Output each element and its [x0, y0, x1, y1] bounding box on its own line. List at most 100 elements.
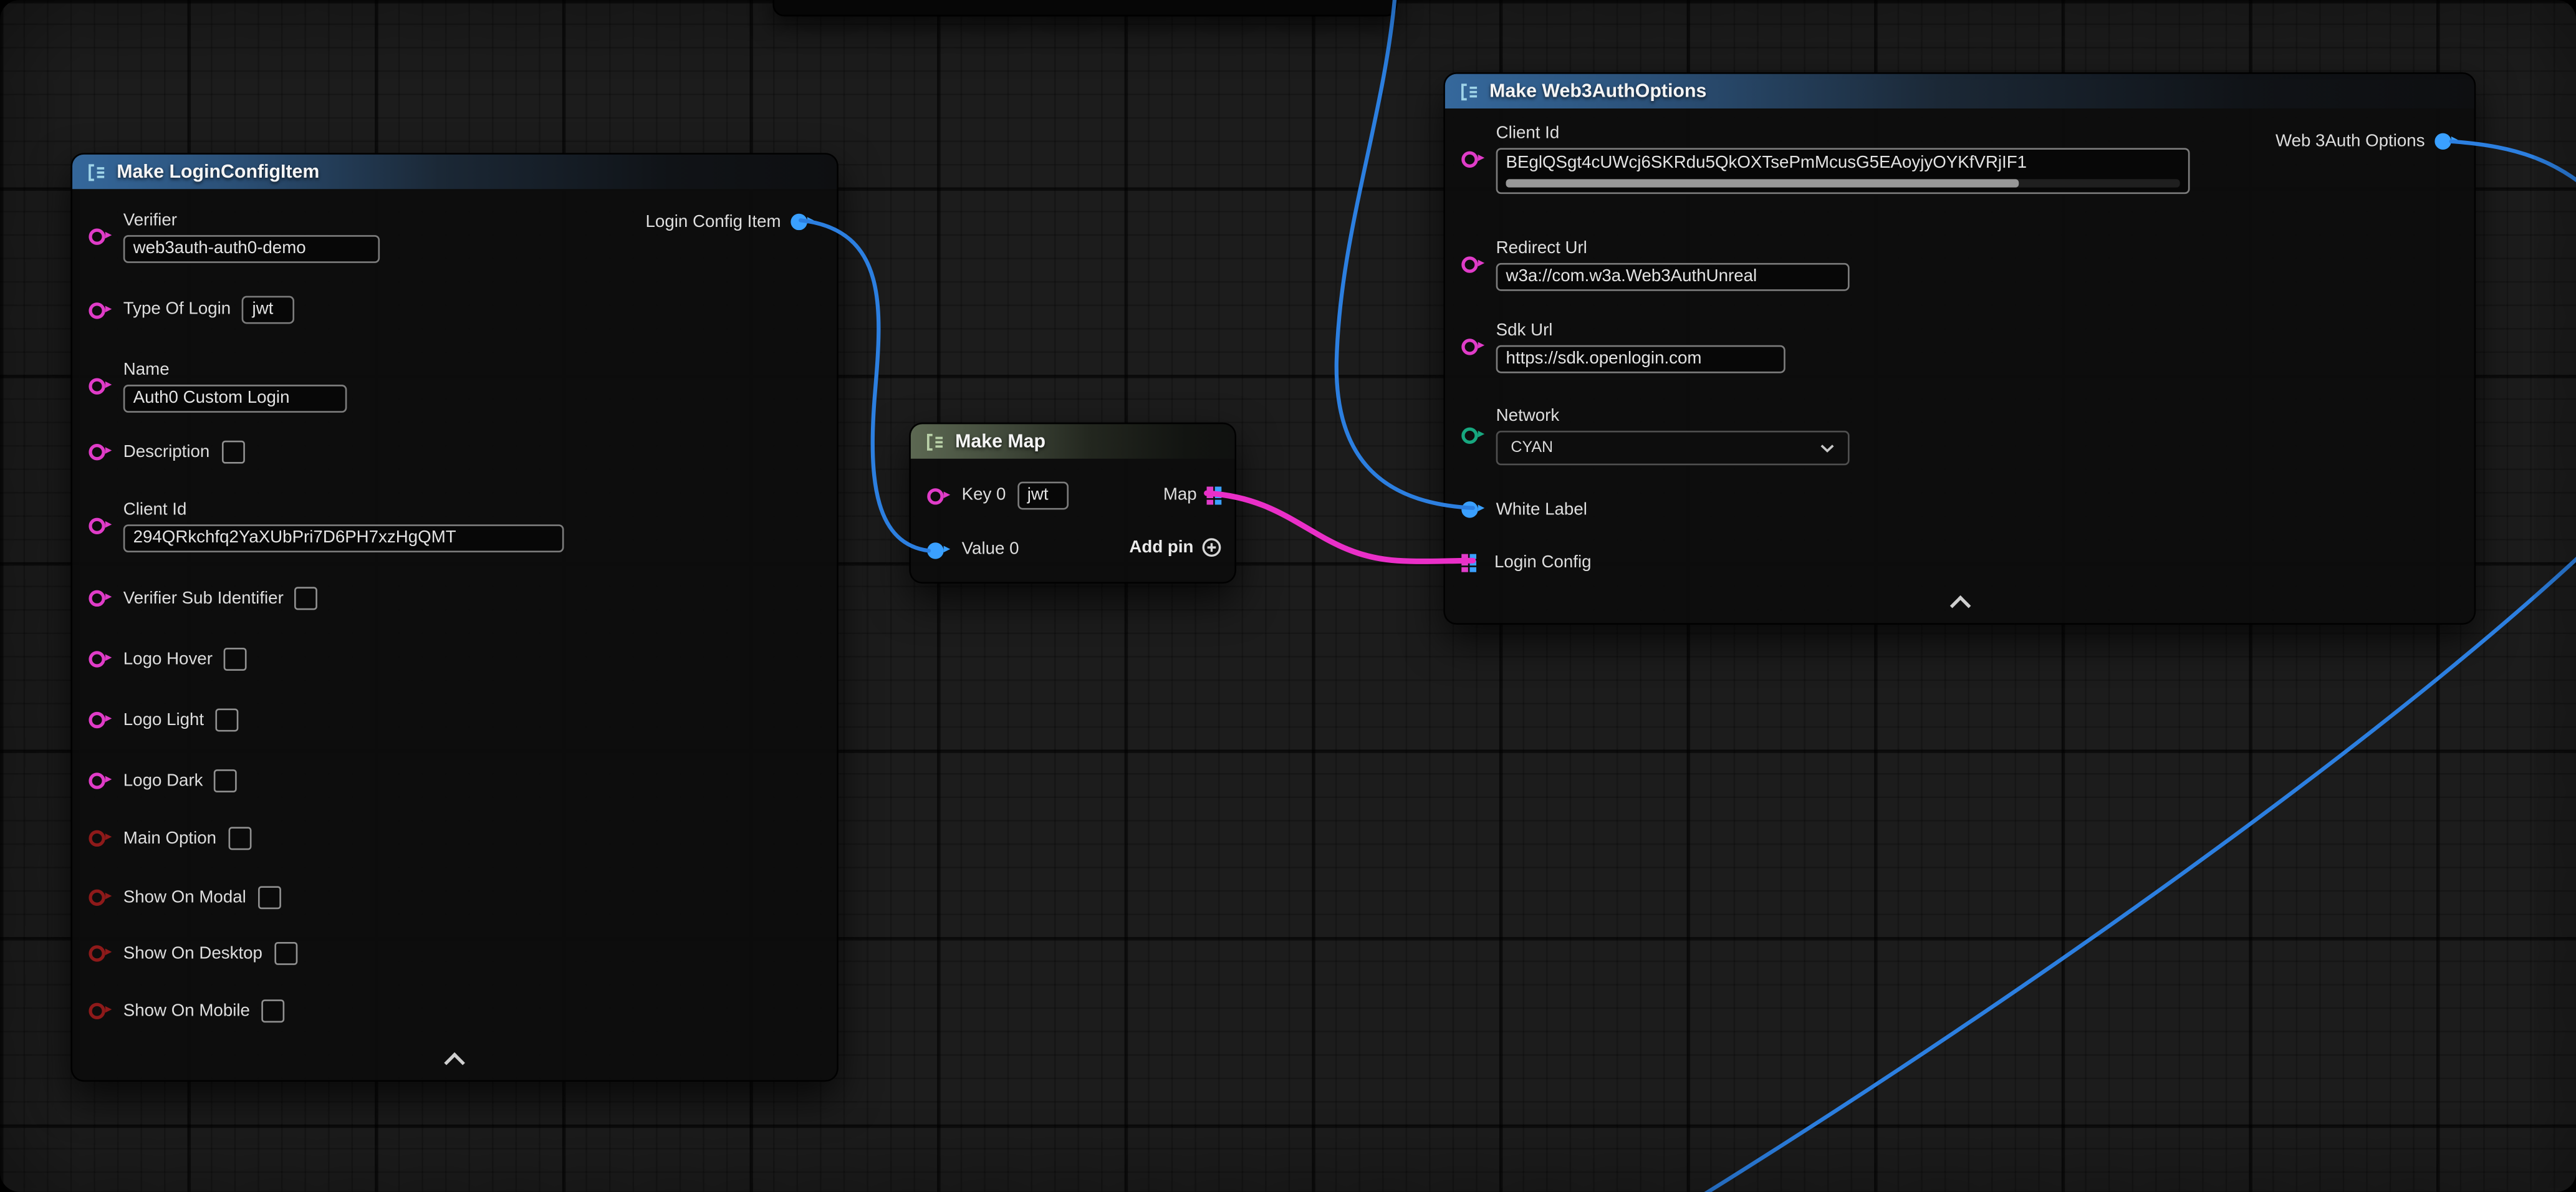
network-dropdown[interactable]: CYAN — [1496, 431, 1850, 465]
key-0-pin[interactable] — [927, 488, 943, 504]
add-pin-label: Add pin — [1129, 537, 1193, 557]
pin-row-white-label: White Label — [1461, 495, 1587, 524]
logo-hover-pin[interactable] — [89, 651, 105, 667]
type-of-login-input[interactable]: jwt — [243, 296, 295, 324]
verifier-sub-identifier-pin[interactable] — [89, 590, 105, 607]
show-on-modal-label: Show On Modal — [123, 887, 246, 908]
logo-dark-pin[interactable] — [89, 772, 105, 789]
name-pin[interactable] — [89, 378, 105, 395]
sdk-url-input[interactable]: https://sdk.openlogin.com — [1496, 345, 1785, 373]
redirect-url-pin[interactable] — [1461, 256, 1478, 272]
main-option-pin[interactable] — [89, 830, 105, 847]
pin-row-show-on-modal: Show On Modal — [89, 886, 281, 909]
make-struct-icon — [87, 162, 107, 182]
pin-row-client-id: Client Id 294QRkchfq2YaXUbPri7D6PH7xzHgQ… — [89, 500, 564, 552]
node-header-make-web3authoptions[interactable]: Make Web3AuthOptions — [1445, 74, 2474, 108]
client-id-text: BEglQSgt4cUWcj6SKRdu5QkOXTsePmMcusG5EAoy… — [1506, 150, 2180, 178]
chevron-up-icon — [444, 1052, 465, 1074]
pin-row-sdk-url: Sdk Url https://sdk.openlogin.com — [1461, 320, 1785, 373]
pin-row-logo-dark: Logo Dark — [89, 769, 238, 792]
pin-row-main-option: Main Option — [89, 827, 251, 850]
verifier-label: Verifier — [123, 211, 380, 232]
logo-light-pin[interactable] — [89, 712, 105, 728]
logo-light-label: Logo Light — [123, 709, 204, 731]
horizontal-scrollbar[interactable] — [1506, 179, 2180, 187]
verifier-sub-identifier-label: Verifier Sub Identifier — [123, 588, 284, 609]
description-label: Description — [123, 441, 210, 463]
offscreen-node-partial[interactable] — [772, 0, 1397, 16]
blueprint-graph-canvas[interactable]: Make LoginConfigItem Login Config Item V… — [0, 0, 2576, 1192]
pin-row-description: Description — [89, 441, 244, 464]
client-id-label: Client Id — [123, 500, 564, 521]
chevron-down-icon — [1820, 443, 1835, 453]
node-make-web3authoptions: Make Web3AuthOptions Web 3Auth Options C… — [1443, 72, 2476, 625]
map-output-label: Map — [1163, 484, 1197, 506]
make-map-icon — [926, 431, 946, 451]
pin-row-show-on-mobile: Show On Mobile — [89, 999, 284, 1022]
key-0-input[interactable]: jwt — [1017, 482, 1069, 510]
logo-light-input[interactable] — [216, 709, 239, 732]
logo-hover-label: Logo Hover — [123, 648, 213, 670]
show-on-mobile-label: Show On Mobile — [123, 1001, 250, 1022]
client-id-input[interactable]: BEglQSgt4cUWcj6SKRdu5QkOXTsePmMcusG5EAoy… — [1496, 148, 2190, 194]
verifier-sub-identifier-input[interactable] — [295, 587, 318, 610]
network-label: Network — [1496, 406, 1850, 427]
pin-row-key-0: Key 0 jwt — [927, 482, 1068, 510]
node-header-make-loginconfigitem[interactable]: Make LoginConfigItem — [72, 155, 837, 189]
scrollbar-thumb[interactable] — [1506, 179, 2018, 187]
main-option-checkbox[interactable] — [228, 827, 251, 850]
pin-row-value-0: Value 0 — [927, 539, 1019, 560]
logo-dark-label: Logo Dark — [123, 770, 203, 791]
description-input[interactable] — [221, 441, 244, 464]
logo-dark-input[interactable] — [214, 769, 238, 792]
collapse-button[interactable] — [1946, 594, 1973, 613]
pin-row-logo-hover: Logo Hover — [89, 648, 247, 671]
show-on-modal-checkbox[interactable] — [257, 886, 281, 909]
node-header-make-map[interactable]: Make Map — [911, 424, 1234, 458]
show-on-desktop-checkbox[interactable] — [274, 942, 297, 965]
chevron-up-icon — [1949, 595, 1971, 617]
show-on-desktop-pin[interactable] — [89, 945, 105, 961]
network-pin[interactable] — [1461, 428, 1478, 444]
client-id-pin[interactable] — [1461, 150, 1478, 166]
pin-row-redirect-url: Redirect Url w3a://com.w3a.Web3AuthUnrea… — [1461, 238, 1849, 291]
main-option-label: Main Option — [123, 828, 216, 849]
type-of-login-label: Type Of Login — [123, 299, 231, 320]
output-pin-label: Web 3Auth Options — [2276, 131, 2425, 152]
value-0-label: Value 0 — [962, 539, 1019, 560]
logo-hover-input[interactable] — [224, 648, 247, 671]
show-on-mobile-pin[interactable] — [89, 1003, 105, 1019]
description-pin[interactable] — [89, 444, 105, 460]
show-on-modal-pin[interactable] — [89, 890, 105, 906]
client-id-pin[interactable] — [89, 518, 105, 534]
login-config-label: Login Config — [1494, 552, 1592, 573]
pin-row-verifier-sub-identifier: Verifier Sub Identifier — [89, 587, 318, 610]
key-0-label: Key 0 — [962, 485, 1006, 506]
redirect-url-input[interactable]: w3a://com.w3a.Web3AuthUnreal — [1496, 263, 1850, 291]
sdk-url-pin[interactable] — [1461, 339, 1478, 355]
type-of-login-pin[interactable] — [89, 302, 105, 318]
collapse-button[interactable] — [441, 1050, 468, 1070]
redirect-url-label: Redirect Url — [1496, 238, 1850, 259]
white-label-label: White Label — [1496, 499, 1587, 520]
client-id-input[interactable]: 294QRkchfq2YaXUbPri7D6PH7xzHgQMT — [123, 524, 564, 552]
node-title: Make Map — [955, 431, 1045, 451]
add-pin-button[interactable]: Add pin — [1129, 537, 1221, 557]
name-input[interactable]: Auth0 Custom Login — [123, 385, 347, 413]
make-struct-icon — [1460, 82, 1480, 102]
node-title: Make LoginConfigItem — [117, 162, 319, 182]
node-make-loginconfigitem: Make LoginConfigItem Login Config Item V… — [70, 153, 838, 1082]
name-label: Name — [123, 360, 347, 382]
pin-row-login-config: Login Config — [1461, 547, 1591, 577]
output-pin-web3auth-options[interactable] — [2434, 133, 2451, 150]
client-id-label: Client Id — [1496, 123, 2190, 145]
pin-row-type-of-login: Type Of Login jwt — [89, 296, 295, 324]
pin-row-verifier: Verifier web3auth-auth0-demo — [89, 211, 380, 263]
verifier-pin[interactable] — [89, 229, 105, 245]
show-on-mobile-checkbox[interactable] — [261, 999, 284, 1022]
pin-row-network: Network CYAN — [1461, 406, 1849, 465]
add-pin-icon — [1202, 537, 1222, 557]
verifier-input[interactable]: web3auth-auth0-demo — [123, 235, 380, 263]
pin-row-show-on-desktop: Show On Desktop — [89, 942, 297, 965]
pin-row-name: Name Auth0 Custom Login — [89, 360, 347, 413]
